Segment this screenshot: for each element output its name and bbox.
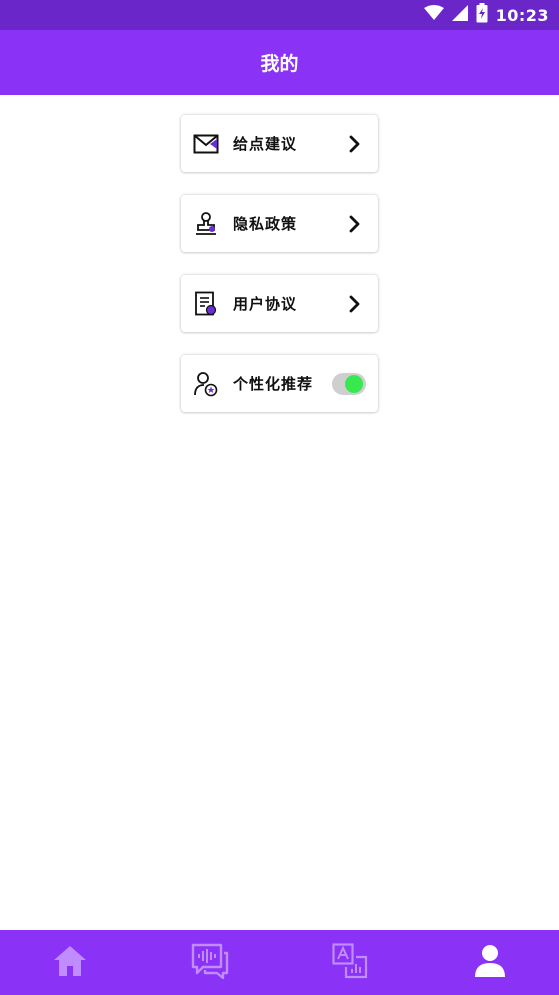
- menu-item-label: 用户协议: [233, 295, 298, 313]
- nav-item-profile[interactable]: [420, 930, 559, 995]
- status-time: 10:23: [495, 5, 549, 25]
- menu-item-feedback[interactable]: 给点建议: [181, 115, 378, 172]
- chevron-right-icon: [346, 134, 364, 154]
- document-icon: [193, 291, 219, 317]
- chevron-right-icon: [346, 294, 364, 314]
- bottom-navigation: [0, 930, 559, 995]
- page-title: 我的: [260, 53, 299, 75]
- profile-icon: [473, 944, 507, 982]
- menu-item-label: 个性化推荐: [233, 375, 314, 393]
- toggle-knob: [345, 375, 363, 393]
- translate-icon: [331, 942, 368, 983]
- home-icon: [53, 945, 87, 981]
- cell-signal-icon: [451, 5, 468, 25]
- battery-icon: [476, 3, 488, 27]
- voice-chat-icon: [191, 943, 229, 983]
- chevron-right-icon: [346, 214, 364, 234]
- user-star-icon: [193, 371, 219, 397]
- wifi-icon: [423, 5, 444, 25]
- menu-item-user-agreement[interactable]: 用户协议: [181, 275, 378, 332]
- status-icons: 10:23: [423, 0, 549, 30]
- menu-item-privacy-policy[interactable]: 隐私政策: [181, 195, 378, 252]
- settings-menu: 给点建议 隐私政策 用户协议 个性化推荐: [181, 115, 378, 435]
- stamp-icon: [193, 211, 219, 237]
- nav-item-home[interactable]: [0, 930, 139, 995]
- status-bar: 10:23: [0, 0, 559, 30]
- menu-item-label: 给点建议: [233, 135, 298, 153]
- nav-item-voice-chat[interactable]: [140, 930, 279, 995]
- envelope-icon: [193, 131, 219, 157]
- personalized-recommendation-toggle[interactable]: [332, 373, 366, 395]
- menu-item-personalized-recommendation: 个性化推荐: [181, 355, 378, 412]
- app-header: 我的: [0, 30, 559, 95]
- menu-item-label: 隐私政策: [233, 215, 298, 233]
- nav-item-translate[interactable]: [280, 930, 419, 995]
